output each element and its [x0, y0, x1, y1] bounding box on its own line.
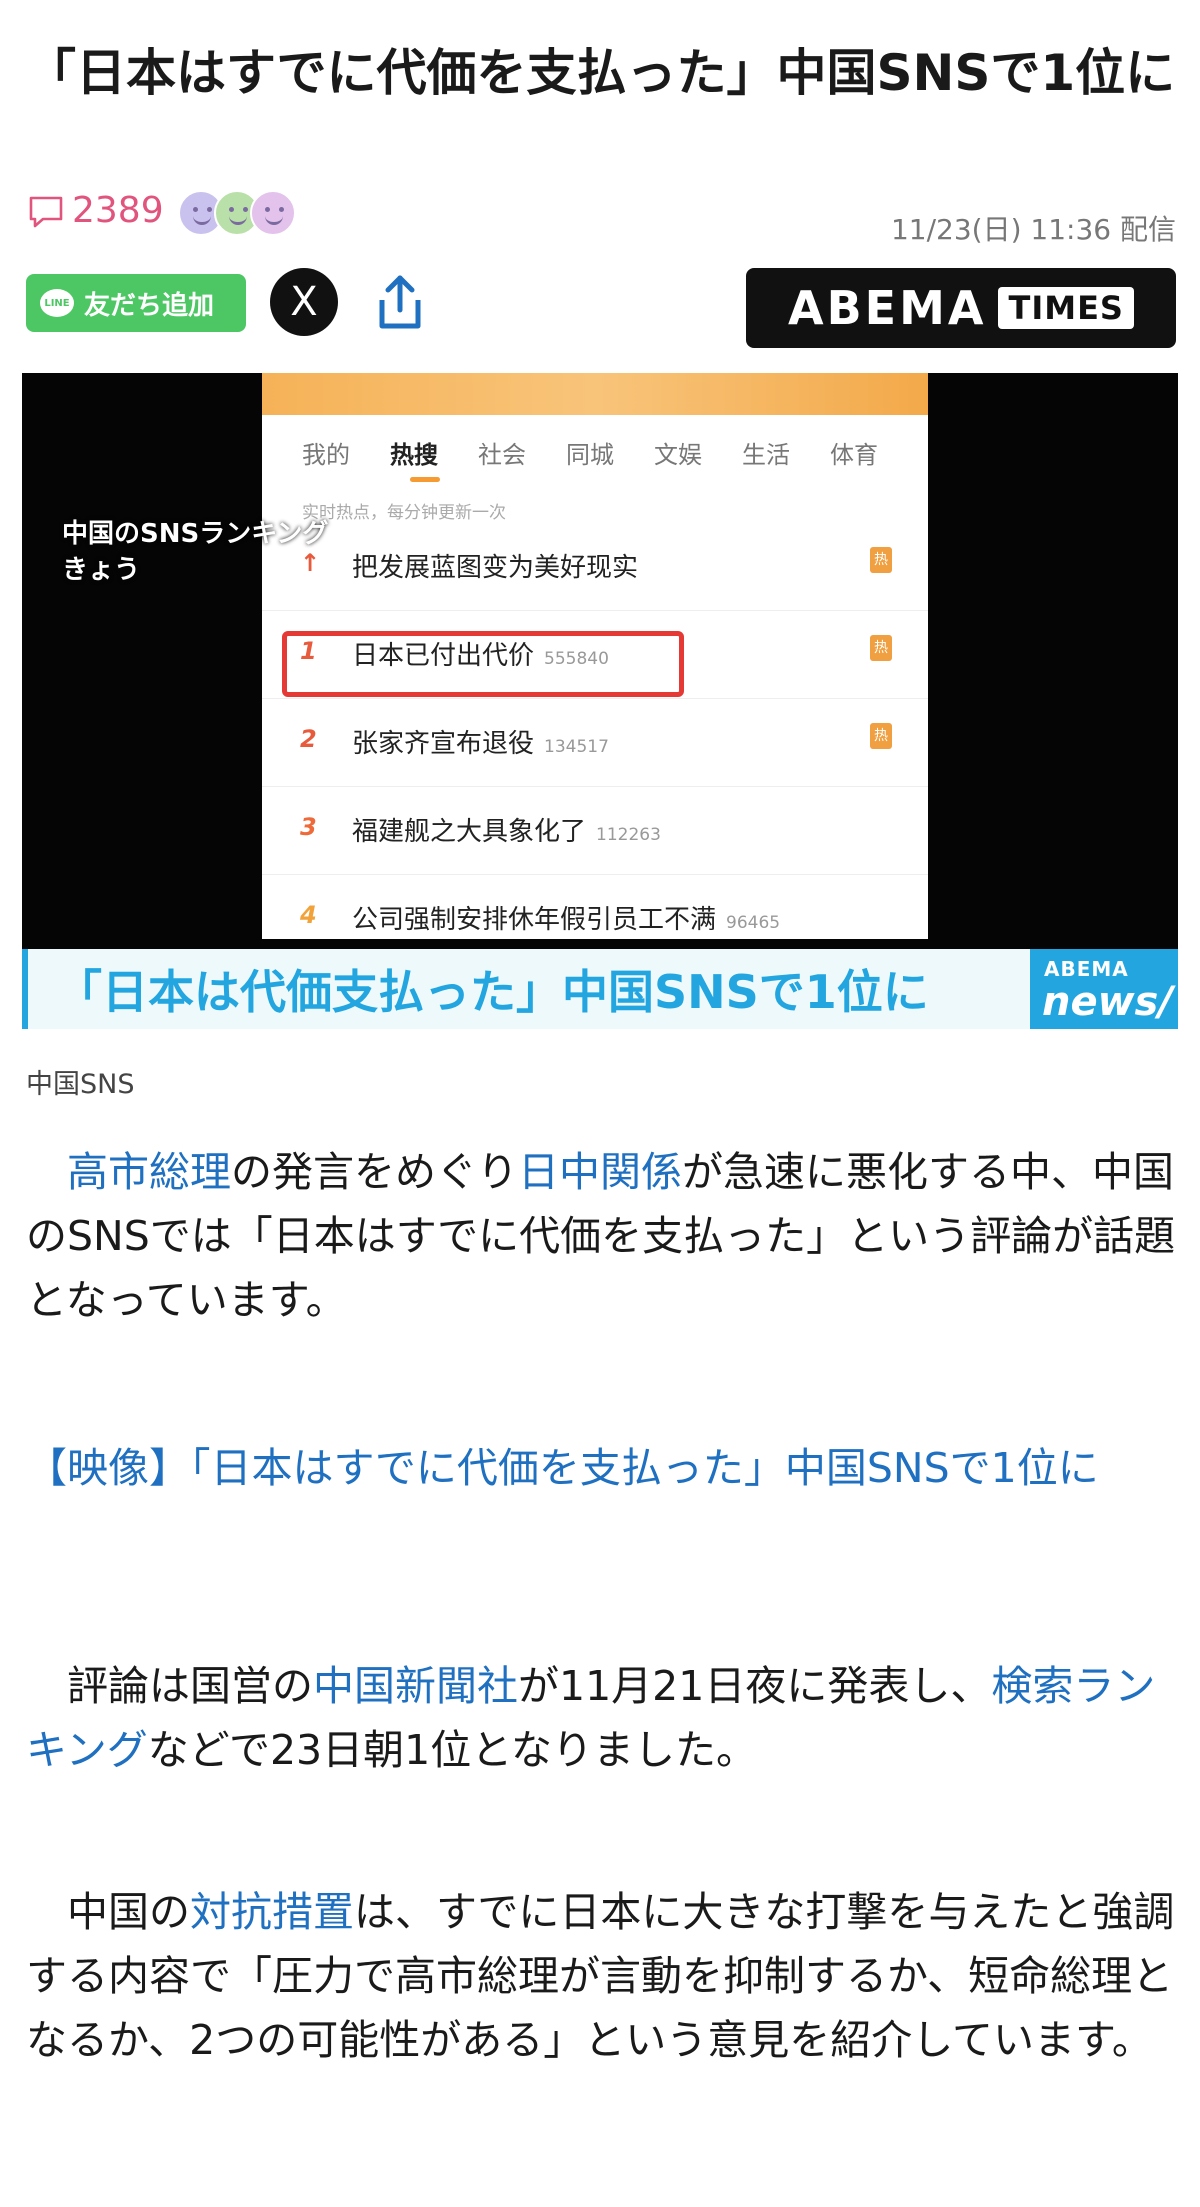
comment-count-button[interactable]: 2389 [26, 190, 164, 231]
body-paragraph-3: 中国の対抗措置は、すでに日本に大きな打撃を与えたと強調する内容で「圧力で高市総理… [26, 1880, 1176, 2072]
ranking-num: 2 [300, 725, 317, 753]
abema-news-logo: ABEMA news/ [1030, 949, 1178, 1029]
ranking-row: 3 福建舰之大具象化了 112263 [262, 787, 928, 875]
abema-news-logo-bottom: news/ [1042, 979, 1173, 1025]
abema-news-logo-top: ABEMA [1044, 957, 1129, 981]
sns-tab-active: 热搜 [390, 441, 438, 469]
tab-underline [410, 477, 440, 482]
sns-tab: 生活 [742, 441, 790, 469]
comment-icon [29, 196, 63, 227]
sns-tab: 社会 [478, 441, 526, 469]
publish-date: 11/23(日) 11:36 配信 [890, 213, 1176, 246]
article-image[interactable]: 我的 热搜 社会 同城 文娱 生活 体育 实时热点，每分钟更新一次 ↑ 把发展蓝… [22, 373, 1178, 1029]
x-logo-icon: X [290, 279, 318, 325]
hot-badge-icon: 热 [870, 635, 892, 661]
video-overlay-caption: 中国のSNSランキング きょう [62, 519, 329, 585]
sns-tab: 体育 [830, 441, 878, 469]
times-logo-text: TIMES [998, 287, 1134, 329]
x-share-button[interactable]: X [270, 268, 338, 336]
link-takaichi[interactable]: 高市総理 [67, 1148, 231, 1196]
ranking-text: 把发展蓝图变为美好现实 [352, 553, 639, 583]
body-paragraph-2: 評論は国営の中国新聞社が11月21日夜に発表し、検索ランキングなどで23日朝1位… [26, 1654, 1176, 1782]
abema-times-logo[interactable]: ABEMA TIMES [746, 268, 1176, 348]
video-link[interactable]: 【映像】「日本はすでに代価を支払った」中国SNSで1位に [26, 1436, 1176, 1500]
hot-badge-icon: 热 [870, 547, 892, 573]
sns-tab: 同城 [566, 441, 614, 469]
article-title: 「日本はすでに代価を支払った」中国SNSで1位に [26, 44, 1176, 102]
line-add-friend-button[interactable]: LINE 友だち追加 [26, 274, 246, 332]
ranking-text: 张家齐宣布退役 134517 [352, 729, 609, 759]
paragraph-text: 評論は国営の [67, 1662, 313, 1710]
link-countermeasures[interactable]: 対抗措置 [190, 1888, 354, 1936]
hot-badge-icon: 热 [870, 723, 892, 749]
share-icon [379, 275, 421, 329]
sns-tab: 文娱 [654, 441, 702, 469]
article-meta: 2389 11/23(日) 11:36 配信 [26, 190, 1176, 250]
video-title-banner: 「日本は代価支払った」中国SNSで1位に ABEMA news/ [22, 949, 1178, 1029]
paragraph-text: などで23日朝1位となりました。 [147, 1726, 757, 1774]
banner-text: 「日本は代価支払った」中国SNSで1位に [56, 965, 929, 1019]
highlight-box [282, 631, 684, 697]
comment-count: 2389 [72, 190, 164, 231]
ranking-num: 4 [300, 901, 317, 929]
line-logo-icon: LINE [40, 289, 74, 317]
share-button[interactable] [372, 272, 428, 334]
ranking-row: 2 张家齐宣布退役 134517 热 [262, 699, 928, 787]
paragraph-text: の発言をめぐり [231, 1148, 518, 1196]
image-caption: 中国SNS [26, 1069, 135, 1100]
sns-tab: 我的 [302, 441, 350, 469]
reaction-faces[interactable] [178, 190, 318, 240]
link-japan-china-relations[interactable]: 日中関係 [518, 1148, 682, 1196]
sns-ranking-screenshot: 我的 热搜 社会 同城 文娱 生活 体育 实时热点，每分钟更新一次 ↑ 把发展蓝… [262, 373, 928, 939]
reaction-face-icon [250, 190, 296, 236]
line-button-label: 友だち追加 [84, 290, 215, 321]
body-paragraph-1: 高市総理の発言をめぐり日中関係が急速に悪化する中、中国のSNSでは「日本はすでに… [26, 1140, 1176, 1332]
abema-logo-text: ABEMA [788, 281, 987, 335]
share-row: LINE 友だち追加 X ABEMA TIMES [26, 268, 1176, 348]
link-china-news-service[interactable]: 中国新聞社 [313, 1662, 518, 1710]
sns-tabs: 我的 热搜 社会 同城 文娱 生活 体育 [262, 435, 928, 475]
ranking-text: 公司强制安排休年假引员工不满 96465 [352, 905, 781, 935]
ranking-num: 3 [300, 813, 317, 841]
ranking-text: 福建舰之大具象化了 112263 [352, 817, 661, 847]
paragraph-text: 中国の [67, 1888, 190, 1936]
paragraph-text: が11月21日夜に発表し、 [518, 1662, 992, 1710]
phone-header-bar [262, 373, 928, 415]
